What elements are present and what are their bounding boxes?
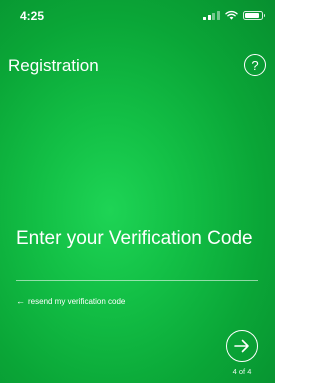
arrow-right-icon [234, 339, 249, 353]
page-indicator: 4 of 4 [232, 367, 252, 376]
help-button[interactable]: ? [244, 54, 266, 76]
resend-code-link[interactable]: ← resend my verification code [16, 296, 126, 307]
verification-code-input[interactable] [16, 256, 258, 281]
wifi-icon [225, 10, 238, 20]
battery-icon [243, 10, 265, 20]
back-arrow-icon: ← [16, 296, 25, 306]
status-icons [203, 10, 265, 20]
page-title: Registration [8, 56, 99, 75]
next-button[interactable] [226, 330, 258, 362]
signal-bars-icon [203, 10, 220, 20]
registration-screen: 4:25 Registration ? Enter your Verificat… [0, 0, 275, 383]
resend-link-label: resend my verification code [28, 297, 126, 306]
status-bar: 4:25 [0, 0, 275, 28]
status-time: 4:25 [20, 9, 45, 23]
verification-heading: Enter your Verification Code [16, 228, 253, 249]
